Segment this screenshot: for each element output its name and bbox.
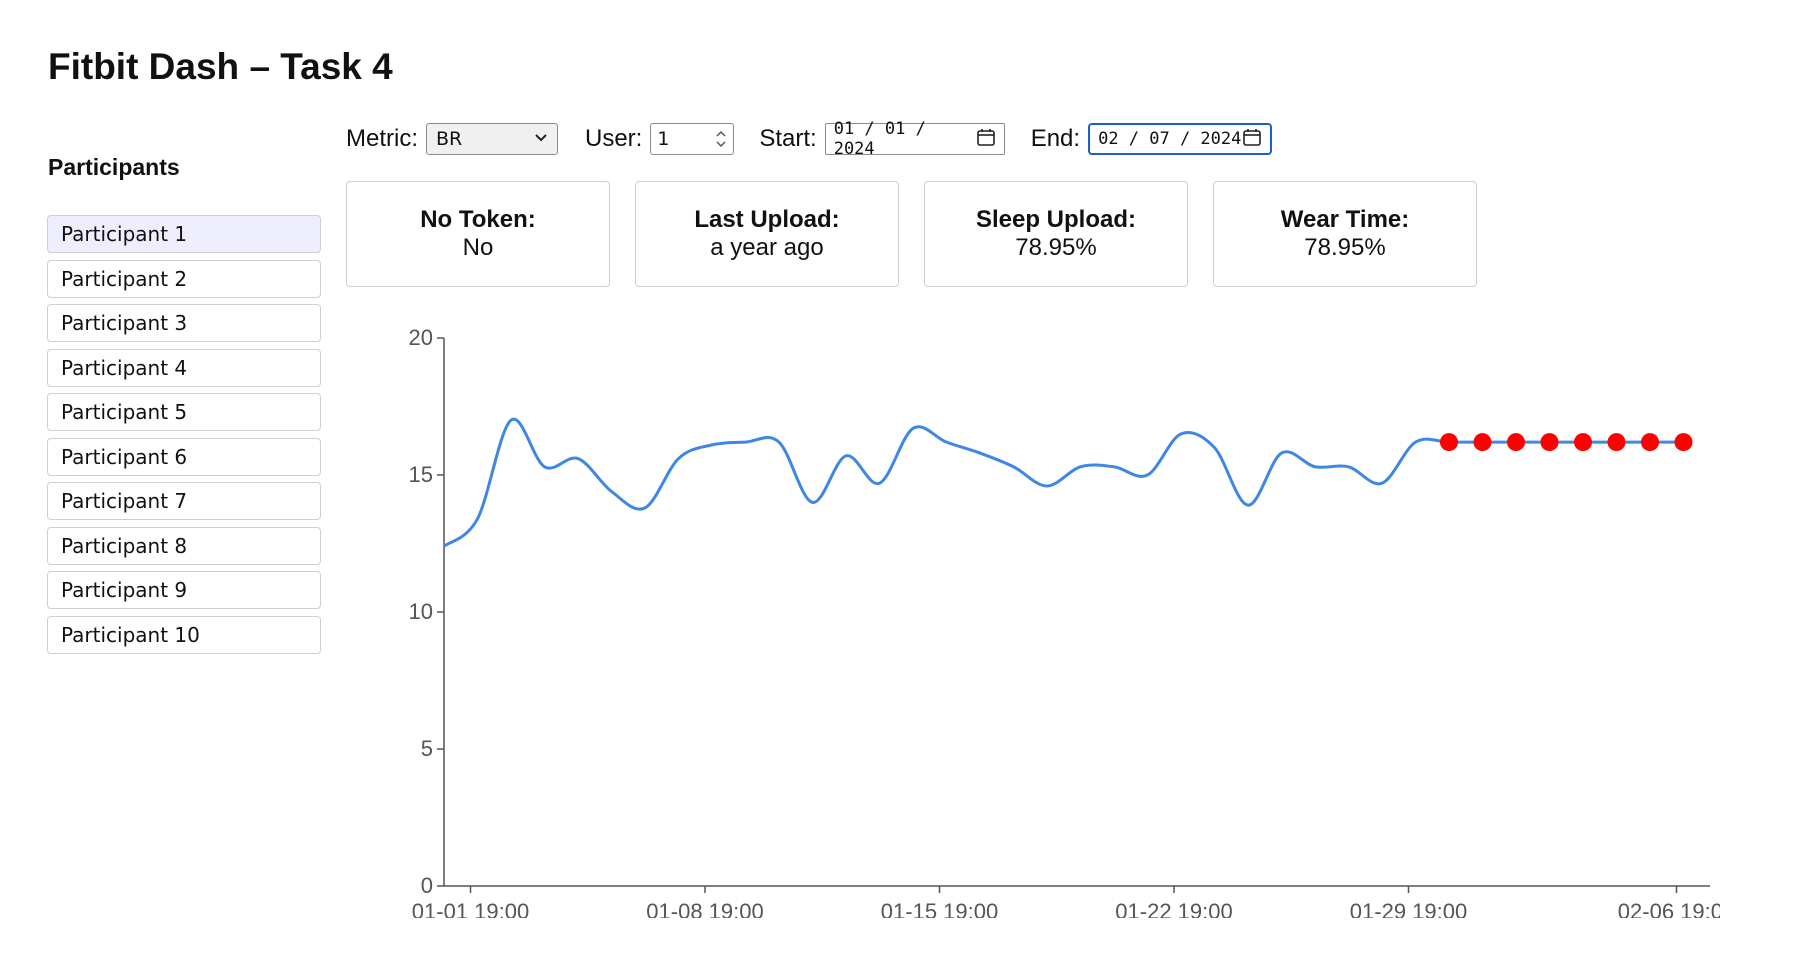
participant-label: Participant 5 (61, 400, 188, 424)
metric-select[interactable]: BR (426, 123, 558, 155)
metric-label: Metric: (346, 125, 418, 152)
data-point-marker (1640, 433, 1659, 452)
y-tick-label: 15 (409, 462, 433, 487)
end-date-value: 02 / 07 / 2024 (1098, 129, 1242, 149)
data-point-marker (1674, 433, 1693, 452)
x-tick-label: 01-15 19:00 (881, 899, 998, 918)
card-value: 78.95% (1304, 234, 1386, 261)
participant-label: Participant 1 (61, 222, 188, 246)
x-tick-label: 01-01 19:00 (412, 899, 529, 918)
y-tick-label: 20 (409, 325, 433, 350)
participant-label: Participant 6 (61, 444, 188, 469)
calendar-icon[interactable] (1242, 127, 1262, 152)
wear-time-card: Wear Time: 78.95% (1213, 181, 1477, 287)
no-token-card: No Token: No (346, 181, 610, 287)
participant-item-4[interactable]: Participant 4 (47, 348, 321, 387)
card-value: No (462, 234, 494, 261)
card-label: Sleep Upload: (975, 206, 1137, 233)
start-date-value: 01 / 01 / 2024 (833, 119, 926, 159)
participant-label: Participant 3 (61, 311, 188, 335)
participant-item-6[interactable]: Participant 6 (47, 437, 321, 476)
participant-item-8[interactable]: Participant 8 (47, 526, 321, 565)
br-line-chart: 0 5 10 15 20 01-01 19:00 01-08 19:00 01-15 19:0… (409, 325, 1720, 918)
spinner-icon[interactable] (715, 129, 727, 149)
page-title: Fitbit Dash – Task 4 (48, 46, 393, 87)
participant-label: Participant 10 (61, 622, 200, 647)
user-number-input[interactable]: 1 (650, 123, 735, 155)
card-label: Wear Time: (1280, 206, 1410, 233)
card-label: Last Upload: (694, 206, 840, 233)
card-value: a year ago (710, 234, 824, 261)
data-point-marker (1439, 433, 1458, 452)
participant-label: Participant 2 (61, 266, 188, 291)
participant-label: Participant 8 (61, 533, 188, 558)
data-point-marker (1573, 433, 1592, 452)
page: Fitbit Dash – Task 4 Participants Partic… (0, 0, 1820, 957)
y-tick-label: 0 (421, 873, 433, 898)
sleep-upload-card: Sleep Upload: 78.95% (924, 181, 1188, 287)
summary-cards: No Token: No Last Upload: a year ago Sle… (346, 181, 1502, 287)
x-tick-label: 02-06 19:00 (1618, 899, 1720, 918)
participant-item-2[interactable]: Participant 2 (47, 259, 321, 298)
start-label: Start: (759, 125, 817, 152)
data-point-marker (1506, 433, 1525, 452)
series-line (443, 417, 1684, 548)
sidebar-title: Participants (48, 154, 180, 180)
start-date-input[interactable]: 01 / 01 / 2024 (824, 119, 1005, 159)
participant-item-10[interactable]: Participant 10 (47, 615, 321, 654)
participant-item-9[interactable]: Participant 9 (47, 571, 321, 609)
end-label: End: (1030, 125, 1081, 152)
y-tick-label: 5 (421, 736, 433, 761)
participant-item-3[interactable]: Participant 3 (47, 304, 321, 342)
participant-label: Participant 4 (61, 355, 188, 380)
card-label: No Token: (420, 206, 536, 233)
x-tick-label: 01-22 19:00 (1115, 899, 1232, 918)
card-value: 78.95% (1015, 234, 1097, 261)
participant-list: Participant 1 Participant 2 Participant … (47, 215, 321, 660)
participant-label: Participant 7 (61, 489, 188, 513)
controls-bar: Metric: BR User: 1 Start: 01 / 01 / 2024… (346, 119, 1273, 159)
user-value: 1 (657, 128, 670, 150)
participant-item-5[interactable]: Participant 5 (47, 393, 321, 431)
participant-item-7[interactable]: Participant 7 (47, 482, 321, 520)
calendar-icon[interactable] (976, 127, 996, 152)
last-upload-card: Last Upload: a year ago (635, 181, 899, 287)
chevron-down-icon (534, 131, 548, 147)
participant-item-1[interactable]: Participant 1 (47, 215, 321, 253)
x-tick-label: 01-29 19:00 (1350, 899, 1467, 918)
participant-label: Participant 9 (61, 578, 188, 602)
metric-value: BR (436, 128, 463, 150)
data-point-marker (1607, 433, 1626, 452)
x-tick-label: 01-08 19:00 (646, 899, 763, 918)
data-point-marker (1540, 433, 1559, 452)
user-label: User: (585, 125, 643, 152)
end-date-input[interactable]: 02 / 07 / 2024 (1088, 123, 1273, 155)
y-tick-label: 10 (409, 599, 433, 624)
data-point-marker (1473, 433, 1492, 452)
